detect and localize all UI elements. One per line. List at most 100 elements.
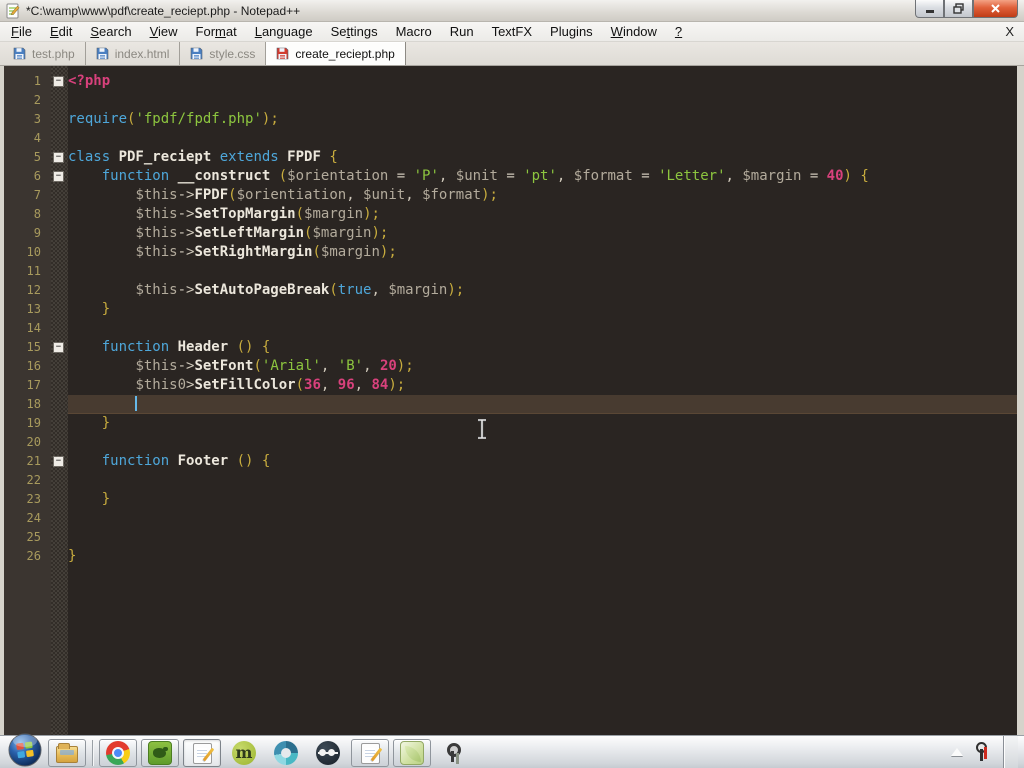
code-line-20[interactable]: 20 bbox=[4, 433, 1017, 452]
code-text[interactable]: $this->SetLeftMargin($margin); bbox=[68, 224, 1017, 243]
line-number[interactable]: 23 bbox=[4, 490, 51, 509]
code-line-10[interactable]: 10 $this->SetRightMargin($margin); bbox=[4, 243, 1017, 262]
restore-button[interactable] bbox=[944, 0, 973, 18]
code-text[interactable] bbox=[68, 129, 1017, 148]
line-number[interactable]: 16 bbox=[4, 357, 51, 376]
line-number[interactable]: 15 bbox=[4, 338, 51, 357]
code-text[interactable]: $this->SetTopMargin($margin); bbox=[68, 205, 1017, 224]
line-number[interactable]: 25 bbox=[4, 528, 51, 547]
taskbar-chrome-button[interactable] bbox=[99, 739, 137, 767]
code-line-14[interactable]: 14 bbox=[4, 319, 1017, 338]
code-text[interactable]: $this->SetFont('Arial', 'B', 20); bbox=[68, 357, 1017, 376]
code-line-19[interactable]: 19 } bbox=[4, 414, 1017, 433]
menu-search[interactable]: Search bbox=[81, 22, 140, 41]
line-number[interactable]: 7 bbox=[4, 186, 51, 205]
code-text[interactable]: function Header () { bbox=[68, 338, 1017, 357]
code-text[interactable]: $this->FPDF($orientiation, $unit, $forma… bbox=[68, 186, 1017, 205]
line-number[interactable]: 3 bbox=[4, 110, 51, 129]
code-text[interactable]: $this0>SetFillColor(36, 96, 84); bbox=[68, 376, 1017, 395]
tab-create_reciept.php[interactable]: create_reciept.php bbox=[266, 42, 406, 65]
code-line-17[interactable]: 17 $this0>SetFillColor(36, 96, 84); bbox=[4, 376, 1017, 395]
code-text[interactable]: } bbox=[68, 490, 1017, 509]
code-text[interactable]: $this->SetAutoPageBreak(true, $margin); bbox=[68, 281, 1017, 300]
fold-collapse-marker[interactable]: − bbox=[51, 338, 68, 357]
line-number[interactable]: 6 bbox=[4, 167, 51, 186]
menu-close-x[interactable]: X bbox=[995, 24, 1024, 39]
code-line-26[interactable]: 26} bbox=[4, 547, 1017, 566]
line-number[interactable]: 17 bbox=[4, 376, 51, 395]
code-text[interactable] bbox=[68, 471, 1017, 490]
tab-index.html[interactable]: index.html bbox=[86, 42, 181, 65]
taskbar-notepadpp-button[interactable] bbox=[183, 739, 221, 767]
editor[interactable]: 1− <?php 2 3 require('fpdf/fpdf.php'); 4 5− cla… bbox=[0, 66, 1024, 735]
code-line-1[interactable]: 1− <?php bbox=[4, 72, 1017, 91]
taskbar-ring-app-button[interactable] bbox=[267, 739, 305, 767]
fold-collapse-marker[interactable]: − bbox=[51, 452, 68, 471]
line-number[interactable]: 5 bbox=[4, 148, 51, 167]
code-line-4[interactable]: 4 bbox=[4, 129, 1017, 148]
code-text[interactable] bbox=[68, 395, 1017, 414]
code-text[interactable] bbox=[68, 319, 1017, 338]
start-button[interactable] bbox=[0, 733, 48, 768]
code-text[interactable]: } bbox=[68, 547, 1017, 566]
code-line-15[interactable]: 15− function Header () { bbox=[4, 338, 1017, 357]
line-number[interactable]: 21 bbox=[4, 452, 51, 471]
line-number[interactable]: 14 bbox=[4, 319, 51, 338]
line-number[interactable]: 18 bbox=[4, 395, 51, 414]
code-line-21[interactable]: 21− function Footer () { bbox=[4, 452, 1017, 471]
menu-plugins[interactable]: Plugins bbox=[541, 22, 602, 41]
code-text[interactable]: require('fpdf/fpdf.php'); bbox=[68, 110, 1017, 129]
menu-view[interactable]: View bbox=[141, 22, 187, 41]
taskbar-explorer-button[interactable] bbox=[48, 739, 86, 767]
code-line-3[interactable]: 3 require('fpdf/fpdf.php'); bbox=[4, 110, 1017, 129]
menu-textfx[interactable]: TextFX bbox=[483, 22, 541, 41]
tray-expand-icon[interactable] bbox=[951, 748, 963, 756]
code-text[interactable] bbox=[68, 262, 1017, 281]
code-line-5[interactable]: 5− class PDF_reciept extends FPDF { bbox=[4, 148, 1017, 167]
code-line-22[interactable]: 22 bbox=[4, 471, 1017, 490]
key-red-flag-icon[interactable] bbox=[973, 741, 993, 763]
code-line-13[interactable]: 13 } bbox=[4, 300, 1017, 319]
menu-window[interactable]: Window bbox=[602, 22, 666, 41]
taskbar-evernote-button[interactable] bbox=[141, 739, 179, 767]
code-text[interactable] bbox=[68, 91, 1017, 110]
line-number[interactable]: 9 bbox=[4, 224, 51, 243]
code-text[interactable]: function __construct ($orientation = 'P'… bbox=[68, 167, 1017, 186]
code-text[interactable] bbox=[68, 509, 1017, 528]
taskbar-notes-app-button[interactable] bbox=[351, 739, 389, 767]
code-line-7[interactable]: 7 $this->FPDF($orientiation, $unit, $for… bbox=[4, 186, 1017, 205]
code-line-16[interactable]: 16 $this->SetFont('Arial', 'B', 20); bbox=[4, 357, 1017, 376]
code-line-25[interactable]: 25 bbox=[4, 528, 1017, 547]
line-number[interactable]: 19 bbox=[4, 414, 51, 433]
code-line-11[interactable]: 11 bbox=[4, 262, 1017, 281]
code-text[interactable]: class PDF_reciept extends FPDF { bbox=[68, 148, 1017, 167]
fold-collapse-marker[interactable]: − bbox=[51, 167, 68, 186]
menu-file[interactable]: File bbox=[2, 22, 41, 41]
menu-help[interactable]: ? bbox=[666, 22, 691, 41]
taskbar-leaf-app-button[interactable] bbox=[393, 739, 431, 767]
line-number[interactable]: 1 bbox=[4, 72, 51, 91]
menu-language[interactable]: Language bbox=[246, 22, 322, 41]
menu-format[interactable]: Format bbox=[187, 22, 246, 41]
tab-style.css[interactable]: style.css bbox=[180, 42, 267, 65]
line-number[interactable]: 26 bbox=[4, 547, 51, 566]
code-line-2[interactable]: 2 bbox=[4, 91, 1017, 110]
code-text[interactable]: function Footer () { bbox=[68, 452, 1017, 471]
code-text[interactable]: $this->SetRightMargin($margin); bbox=[68, 243, 1017, 262]
code-text[interactable] bbox=[68, 528, 1017, 547]
taskbar-m-app-button[interactable] bbox=[225, 739, 263, 767]
menu-edit[interactable]: Edit bbox=[41, 22, 81, 41]
line-number[interactable]: 10 bbox=[4, 243, 51, 262]
menu-run[interactable]: Run bbox=[441, 22, 483, 41]
code-line-23[interactable]: 23 } bbox=[4, 490, 1017, 509]
menu-macro[interactable]: Macro bbox=[387, 22, 441, 41]
minimize-button[interactable] bbox=[915, 0, 944, 18]
taskbar-goggles-app-button[interactable] bbox=[309, 739, 347, 767]
code-line-6[interactable]: 6− function __construct ($orientation = … bbox=[4, 167, 1017, 186]
code-line-8[interactable]: 8 $this->SetTopMargin($margin); bbox=[4, 205, 1017, 224]
tab-test.php[interactable]: test.php bbox=[3, 42, 86, 65]
fold-collapse-marker[interactable]: − bbox=[51, 148, 68, 167]
line-number[interactable]: 22 bbox=[4, 471, 51, 490]
line-number[interactable]: 8 bbox=[4, 205, 51, 224]
code-line-9[interactable]: 9 $this->SetLeftMargin($margin); bbox=[4, 224, 1017, 243]
